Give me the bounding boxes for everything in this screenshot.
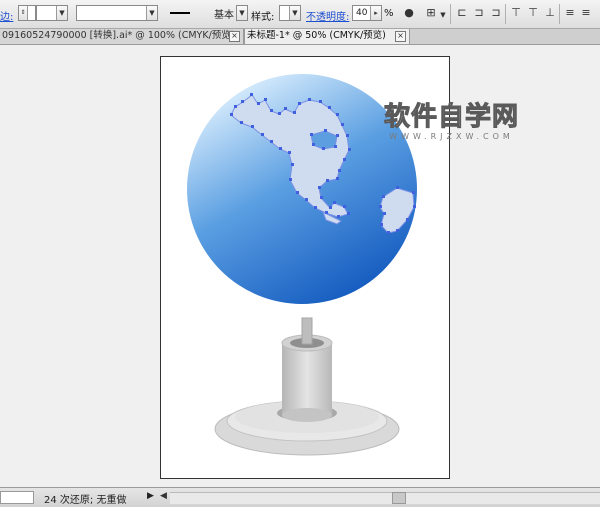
graphic-style-picker[interactable]: ▼: [279, 5, 301, 21]
tab-label: 未标题-1* @ 50% (CMYK/预览): [247, 30, 386, 41]
watermark-subtitle: WWW.RJZXW.COM: [389, 132, 514, 141]
align-middle-icon[interactable]: ⊤: [526, 6, 540, 20]
canvas-area[interactable]: 软件自学网 WWW.RJZXW.COM: [0, 45, 600, 487]
scrollbar-thumb[interactable]: [392, 492, 406, 504]
close-icon[interactable]: ×: [395, 31, 406, 42]
scroll-left-icon[interactable]: ◀: [160, 491, 167, 501]
divider: [559, 4, 560, 24]
align-center-icon[interactable]: ⊐: [472, 6, 486, 20]
tab-label: 09160524790000 [转换].ai* @ 100% (CMYK/预览): [2, 30, 235, 41]
recolor-artwork-icon[interactable]: ●: [402, 6, 416, 20]
control-bar: 边: ⇕ ▼ ▼ 基本 ▼ 样式: ▼ 不透明度: 40 ▸ % ● ⊞ ▼ ⊏…: [0, 0, 600, 29]
horizontal-scrollbar[interactable]: [170, 492, 600, 504]
distribute-top-icon[interactable]: ≡: [563, 6, 577, 20]
opacity-unit: %: [384, 8, 394, 19]
brush-name: 基本: [214, 10, 234, 21]
chevron-down-icon[interactable]: ▼: [438, 8, 448, 22]
brush-definition[interactable]: 基本 ▼: [162, 5, 248, 21]
align-right-icon[interactable]: ⊐: [489, 6, 503, 20]
variable-width-profile[interactable]: ▼: [76, 5, 158, 21]
stepper-arrows-icon[interactable]: ⇕: [19, 6, 28, 20]
align-left-icon[interactable]: ⊏: [455, 6, 469, 20]
stroke-label[interactable]: 边:: [0, 8, 13, 23]
tab-document-2[interactable]: 未标题-1* @ 50% (CMYK/预览) ×: [244, 29, 410, 44]
close-icon[interactable]: ×: [229, 31, 240, 42]
divider: [505, 4, 506, 24]
opacity-input[interactable]: 40 ▸: [352, 5, 382, 21]
tab-document-1[interactable]: 09160524790000 [转换].ai* @ 100% (CMYK/预览)…: [0, 29, 244, 44]
illustrator-window: 边: ⇕ ▼ ▼ 基本 ▼ 样式: ▼ 不透明度: 40 ▸ % ● ⊞ ▼ ⊏…: [0, 0, 600, 507]
stroke-weight-stepper[interactable]: ⇕: [18, 5, 36, 21]
chevron-right-icon[interactable]: ▸: [370, 6, 381, 20]
status-menu-arrow-icon[interactable]: ▶: [147, 491, 154, 501]
style-label: 样式:: [251, 12, 275, 23]
watermark: 软件自学网 WWW.RJZXW.COM: [383, 102, 520, 142]
opacity-value: 40: [356, 8, 368, 18]
align-to-icon[interactable]: ⊞: [424, 6, 438, 20]
chevron-down-icon[interactable]: ▼: [146, 6, 157, 20]
distribute-middle-icon[interactable]: ≡: [579, 6, 593, 20]
align-bottom-icon[interactable]: ⊥: [543, 6, 557, 20]
opacity-label[interactable]: 不透明度:: [306, 8, 349, 23]
chevron-down-icon[interactable]: ▼: [56, 6, 67, 20]
stroke-preview: [170, 12, 190, 14]
watermark-title: 软件自学网: [383, 102, 520, 132]
undo-status: 24 次还原; 无重做: [44, 495, 127, 506]
document-tab-bar: 09160524790000 [转换].ai* @ 100% (CMYK/预览)…: [0, 29, 600, 45]
status-bar: 24 次还原; 无重做 ▶ ◀: [0, 487, 600, 507]
stroke-weight-input[interactable]: ▼: [36, 5, 68, 21]
divider: [450, 4, 451, 24]
zoom-field[interactable]: [0, 491, 34, 504]
chevron-down-icon[interactable]: ▼: [236, 5, 248, 21]
align-top-icon[interactable]: ⊤: [509, 6, 523, 20]
stand-column[interactable]: [281, 317, 333, 422]
chevron-down-icon[interactable]: ▼: [289, 6, 300, 20]
